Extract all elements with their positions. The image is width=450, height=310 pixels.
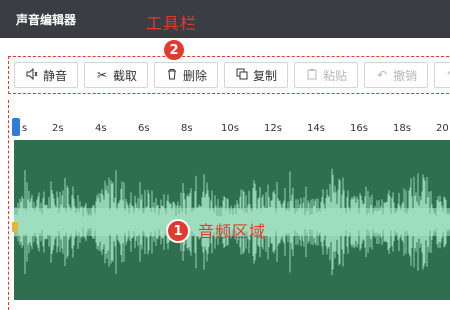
mute-icon [25, 67, 39, 83]
redo-button[interactable]: ↷ [434, 62, 450, 88]
cut-button[interactable]: ✂ 截取 [84, 62, 149, 88]
paste-icon [305, 68, 319, 83]
trash-icon [165, 68, 179, 83]
copy-button[interactable]: 复制 [224, 62, 289, 88]
delete-button[interactable]: 删除 [154, 62, 219, 88]
audio-area-annotation-box [8, 100, 450, 310]
toolbar-annotation-label: 工具栏 [146, 14, 198, 33]
copy-button-label: 复制 [253, 68, 278, 83]
paste-button[interactable]: 粘贴 [294, 62, 359, 88]
redo-icon: ↷ [445, 68, 450, 82]
copy-icon [235, 68, 249, 83]
paste-button-label: 粘贴 [323, 68, 348, 83]
scissors-icon: ✂ [96, 68, 108, 82]
toolbar: 静音 ✂ 截取 删除 复制 粘贴 ↶ 撤销 ↷ [14, 62, 450, 88]
undo-icon: ↶ [377, 68, 388, 82]
cut-button-label: 截取 [113, 68, 138, 83]
undo-button-label: 撤销 [393, 68, 418, 83]
audio-area-annotation-badge: 1 [166, 219, 190, 243]
mute-button[interactable]: 静音 [14, 62, 79, 88]
titlebar: 声音编辑器 工具栏 [0, 0, 450, 38]
delete-button-label: 删除 [183, 68, 208, 83]
mute-button-label: 静音 [43, 68, 68, 83]
audio-area-annotation-label: 音频区域 [198, 222, 267, 241]
undo-button[interactable]: ↶ 撤销 [364, 62, 429, 88]
window-title: 声音编辑器 [16, 13, 77, 27]
